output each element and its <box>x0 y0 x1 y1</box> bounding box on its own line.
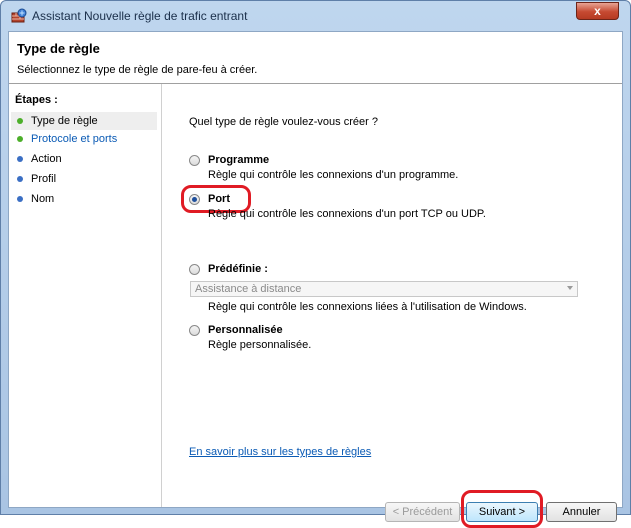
step-label: Protocole et ports <box>31 133 118 145</box>
option-label-port[interactable]: Port <box>208 193 230 205</box>
close-icon: x <box>594 4 601 18</box>
step-name: Nom <box>11 190 157 208</box>
step-pending-icon <box>17 156 23 162</box>
next-button[interactable]: Suivant > <box>466 502 538 522</box>
option-label-custom[interactable]: Personnalisée <box>208 324 283 336</box>
wizard-window: Assistant Nouvelle règle de trafic entra… <box>0 0 631 528</box>
main-panel: Quel type de règle voulez-vous créer ? P… <box>162 84 622 528</box>
step-action: Action <box>11 150 157 168</box>
step-done-icon <box>17 118 23 124</box>
radio-port[interactable] <box>189 194 200 205</box>
predefined-select-value: Assistance à distance <box>195 283 302 295</box>
client-area: Type de règle Sélectionnez le type de rè… <box>8 31 623 528</box>
cancel-button[interactable]: Annuler <box>546 502 617 522</box>
window-title: Assistant Nouvelle règle de trafic entra… <box>32 9 248 23</box>
step-rule-type: Type de règle <box>11 112 157 130</box>
step-label: Nom <box>31 193 55 205</box>
radio-predefined[interactable] <box>189 264 200 275</box>
previous-button[interactable]: < Précédent <box>385 502 460 522</box>
option-label-programme[interactable]: Programme <box>208 154 269 166</box>
option-label-predefined[interactable]: Prédéfinie : <box>208 263 268 275</box>
step-done-icon <box>17 136 23 142</box>
step-label: Type de règle <box>31 115 98 127</box>
chevron-down-icon <box>567 286 573 290</box>
option-desc-port: Règle qui contrôle les connexions d'un p… <box>208 208 486 220</box>
radio-custom[interactable] <box>189 325 200 336</box>
step-label: Profil <box>31 173 57 185</box>
title-bar[interactable]: Assistant Nouvelle règle de trafic entra… <box>1 1 630 31</box>
predefined-rule-select[interactable]: Assistance à distance <box>190 281 578 297</box>
wizard-header: Type de règle Sélectionnez le type de rè… <box>9 32 622 84</box>
step-pending-icon <box>17 196 23 202</box>
radio-programme[interactable] <box>189 155 200 166</box>
step-profile: Profil <box>11 170 157 188</box>
close-button[interactable]: x <box>576 2 619 20</box>
steps-sidebar: Étapes : Type de règle Protocole et port… <box>9 84 161 507</box>
page-subtitle: Sélectionnez le type de règle de pare-fe… <box>17 64 258 76</box>
page-title: Type de règle <box>17 41 100 56</box>
steps-title: Étapes : <box>15 94 58 106</box>
option-desc-custom: Règle personnalisée. <box>208 339 312 351</box>
option-desc-programme: Règle qui contrôle les connexions d'un p… <box>208 169 459 181</box>
step-pending-icon <box>17 176 23 182</box>
option-desc-predefined: Règle qui contrôle les connexions liées … <box>208 301 527 313</box>
learn-more-link[interactable]: En savoir plus sur les types de règles <box>189 446 371 458</box>
rule-type-question: Quel type de règle voulez-vous créer ? <box>189 116 378 128</box>
step-protocol-ports[interactable]: Protocole et ports <box>11 130 157 148</box>
firewall-icon <box>11 8 27 23</box>
step-label: Action <box>31 153 62 165</box>
